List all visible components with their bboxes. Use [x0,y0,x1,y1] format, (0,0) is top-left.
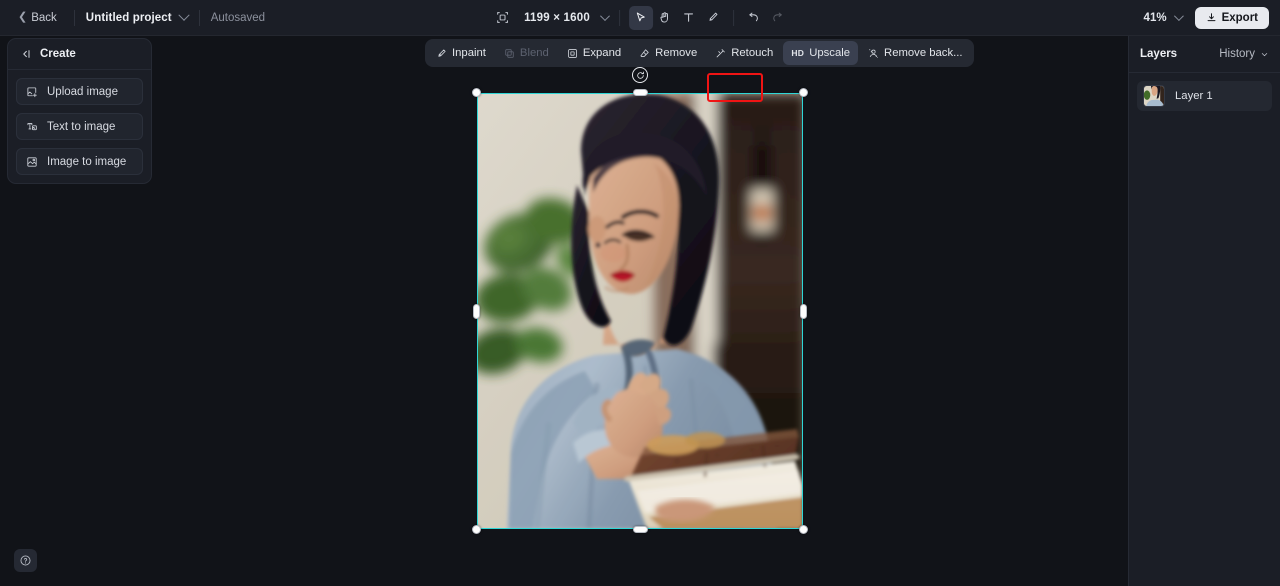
divider [73,9,75,26]
layer-row[interactable]: Layer 1 [1137,81,1272,111]
redo-button[interactable] [766,6,790,30]
text-to-image-button[interactable]: Text to image [16,113,143,140]
action-inpaint[interactable]: Inpaint [428,41,494,65]
text-to-image-label: Text to image [47,120,116,133]
layers-list: Layer 1 [1129,73,1280,111]
history-tab-label: History [1219,48,1255,60]
collapse-panel-icon[interactable] [20,48,32,60]
action-inpaint-label: Inpaint [452,47,486,59]
top-bar-left-group: ❮ Back Untitled project Autosaved [0,8,265,28]
chevron-down-icon[interactable] [178,9,190,21]
resize-handle-left[interactable] [473,303,480,319]
layers-panel: Layers History Layer 1 [1128,36,1280,586]
download-icon [1206,12,1217,23]
action-upscale-label: Upscale [809,47,851,59]
select-tool[interactable] [628,5,653,30]
layer-thumbnail [1143,85,1165,107]
image-to-image-label: Image to image [47,155,127,168]
action-remove-background[interactable]: Remove back... [860,41,970,65]
action-remove[interactable]: Remove [631,41,705,65]
divider [732,9,734,26]
help-button[interactable] [14,549,37,572]
text-tool[interactable] [677,6,701,30]
resize-handle-top-right[interactable] [799,88,808,97]
resize-handle-top-left[interactable] [472,88,481,97]
action-retouch-label: Retouch [731,47,774,59]
create-panel: Create Upload image Text to image Image … [7,38,152,184]
chevron-down-icon [1260,50,1269,59]
action-expand-label: Expand [582,47,622,59]
top-bar-right-group: 41% Export [1143,6,1269,29]
remove-background-icon [868,48,879,59]
action-expand[interactable]: Expand [559,41,629,65]
action-upscale[interactable]: HD Upscale [783,41,859,65]
history-tab[interactable]: History [1219,48,1269,60]
create-panel-title: Create [40,48,76,60]
image-to-image-icon [26,156,38,168]
remove-icon [639,48,650,59]
brush-tool[interactable] [701,6,725,30]
action-retouch[interactable]: Retouch [707,41,781,65]
resize-handle-bottom-right[interactable] [799,525,808,534]
layers-panel-title: Layers [1140,48,1178,60]
resize-handle-top[interactable] [632,89,648,96]
layers-panel-header: Layers History [1129,36,1280,73]
text-to-image-icon [26,121,38,133]
action-remove-label: Remove [655,47,698,59]
upload-image-icon [26,86,38,98]
create-options-list: Upload image Text to image Image to imag… [8,70,151,175]
top-bar: ❮ Back Untitled project Autosaved 1199 ×… [0,0,1280,36]
hand-tool[interactable] [653,6,677,30]
resize-icon[interactable] [490,6,514,30]
divider [618,9,620,26]
resize-handle-right[interactable] [800,303,807,319]
blend-icon [504,48,515,59]
upload-image-button[interactable]: Upload image [16,78,143,105]
zoom-level: 41% [1143,11,1167,24]
hd-icon: HD [791,48,805,58]
export-button-label: Export [1221,11,1258,24]
inpaint-icon [436,48,447,59]
chevron-left-icon: ❮ [18,11,28,23]
canvas-size-value: 1199 × 1600 [524,11,590,24]
canvas-image[interactable] [477,93,803,529]
back-button-label: Back [31,11,57,24]
retouch-icon [715,48,726,59]
help-circle-icon [19,554,32,567]
upload-image-label: Upload image [47,85,118,98]
layer-name: Layer 1 [1175,90,1213,102]
divider [198,9,200,26]
export-button[interactable]: Export [1194,6,1269,29]
rotate-icon[interactable] [632,67,648,83]
image-to-image-button[interactable]: Image to image [16,148,143,175]
resize-handle-bottom-left[interactable] [472,525,481,534]
back-button[interactable]: ❮ Back [12,8,63,28]
undo-button[interactable] [742,6,766,30]
photo-content [477,93,803,529]
top-bar-center-group: 1199 × 1600 [490,5,790,30]
selected-image-layer[interactable] [472,67,808,534]
expand-icon [567,48,578,59]
create-panel-header: Create [8,39,151,70]
action-blend[interactable]: Blend [496,41,557,65]
chevron-down-icon[interactable] [599,11,610,22]
action-remove-background-label: Remove back... [884,47,963,59]
project-name: Untitled project [85,11,172,24]
chevron-down-icon[interactable] [1173,11,1184,22]
canvas-area[interactable]: Inpaint Blend Expand Remove Retouch HD U… [0,36,1128,586]
resize-handle-bottom[interactable] [632,526,648,533]
action-blend-label: Blend [519,47,549,59]
image-action-toolbar: Inpaint Blend Expand Remove Retouch HD U… [425,39,974,67]
autosaved-status: Autosaved [210,11,266,24]
